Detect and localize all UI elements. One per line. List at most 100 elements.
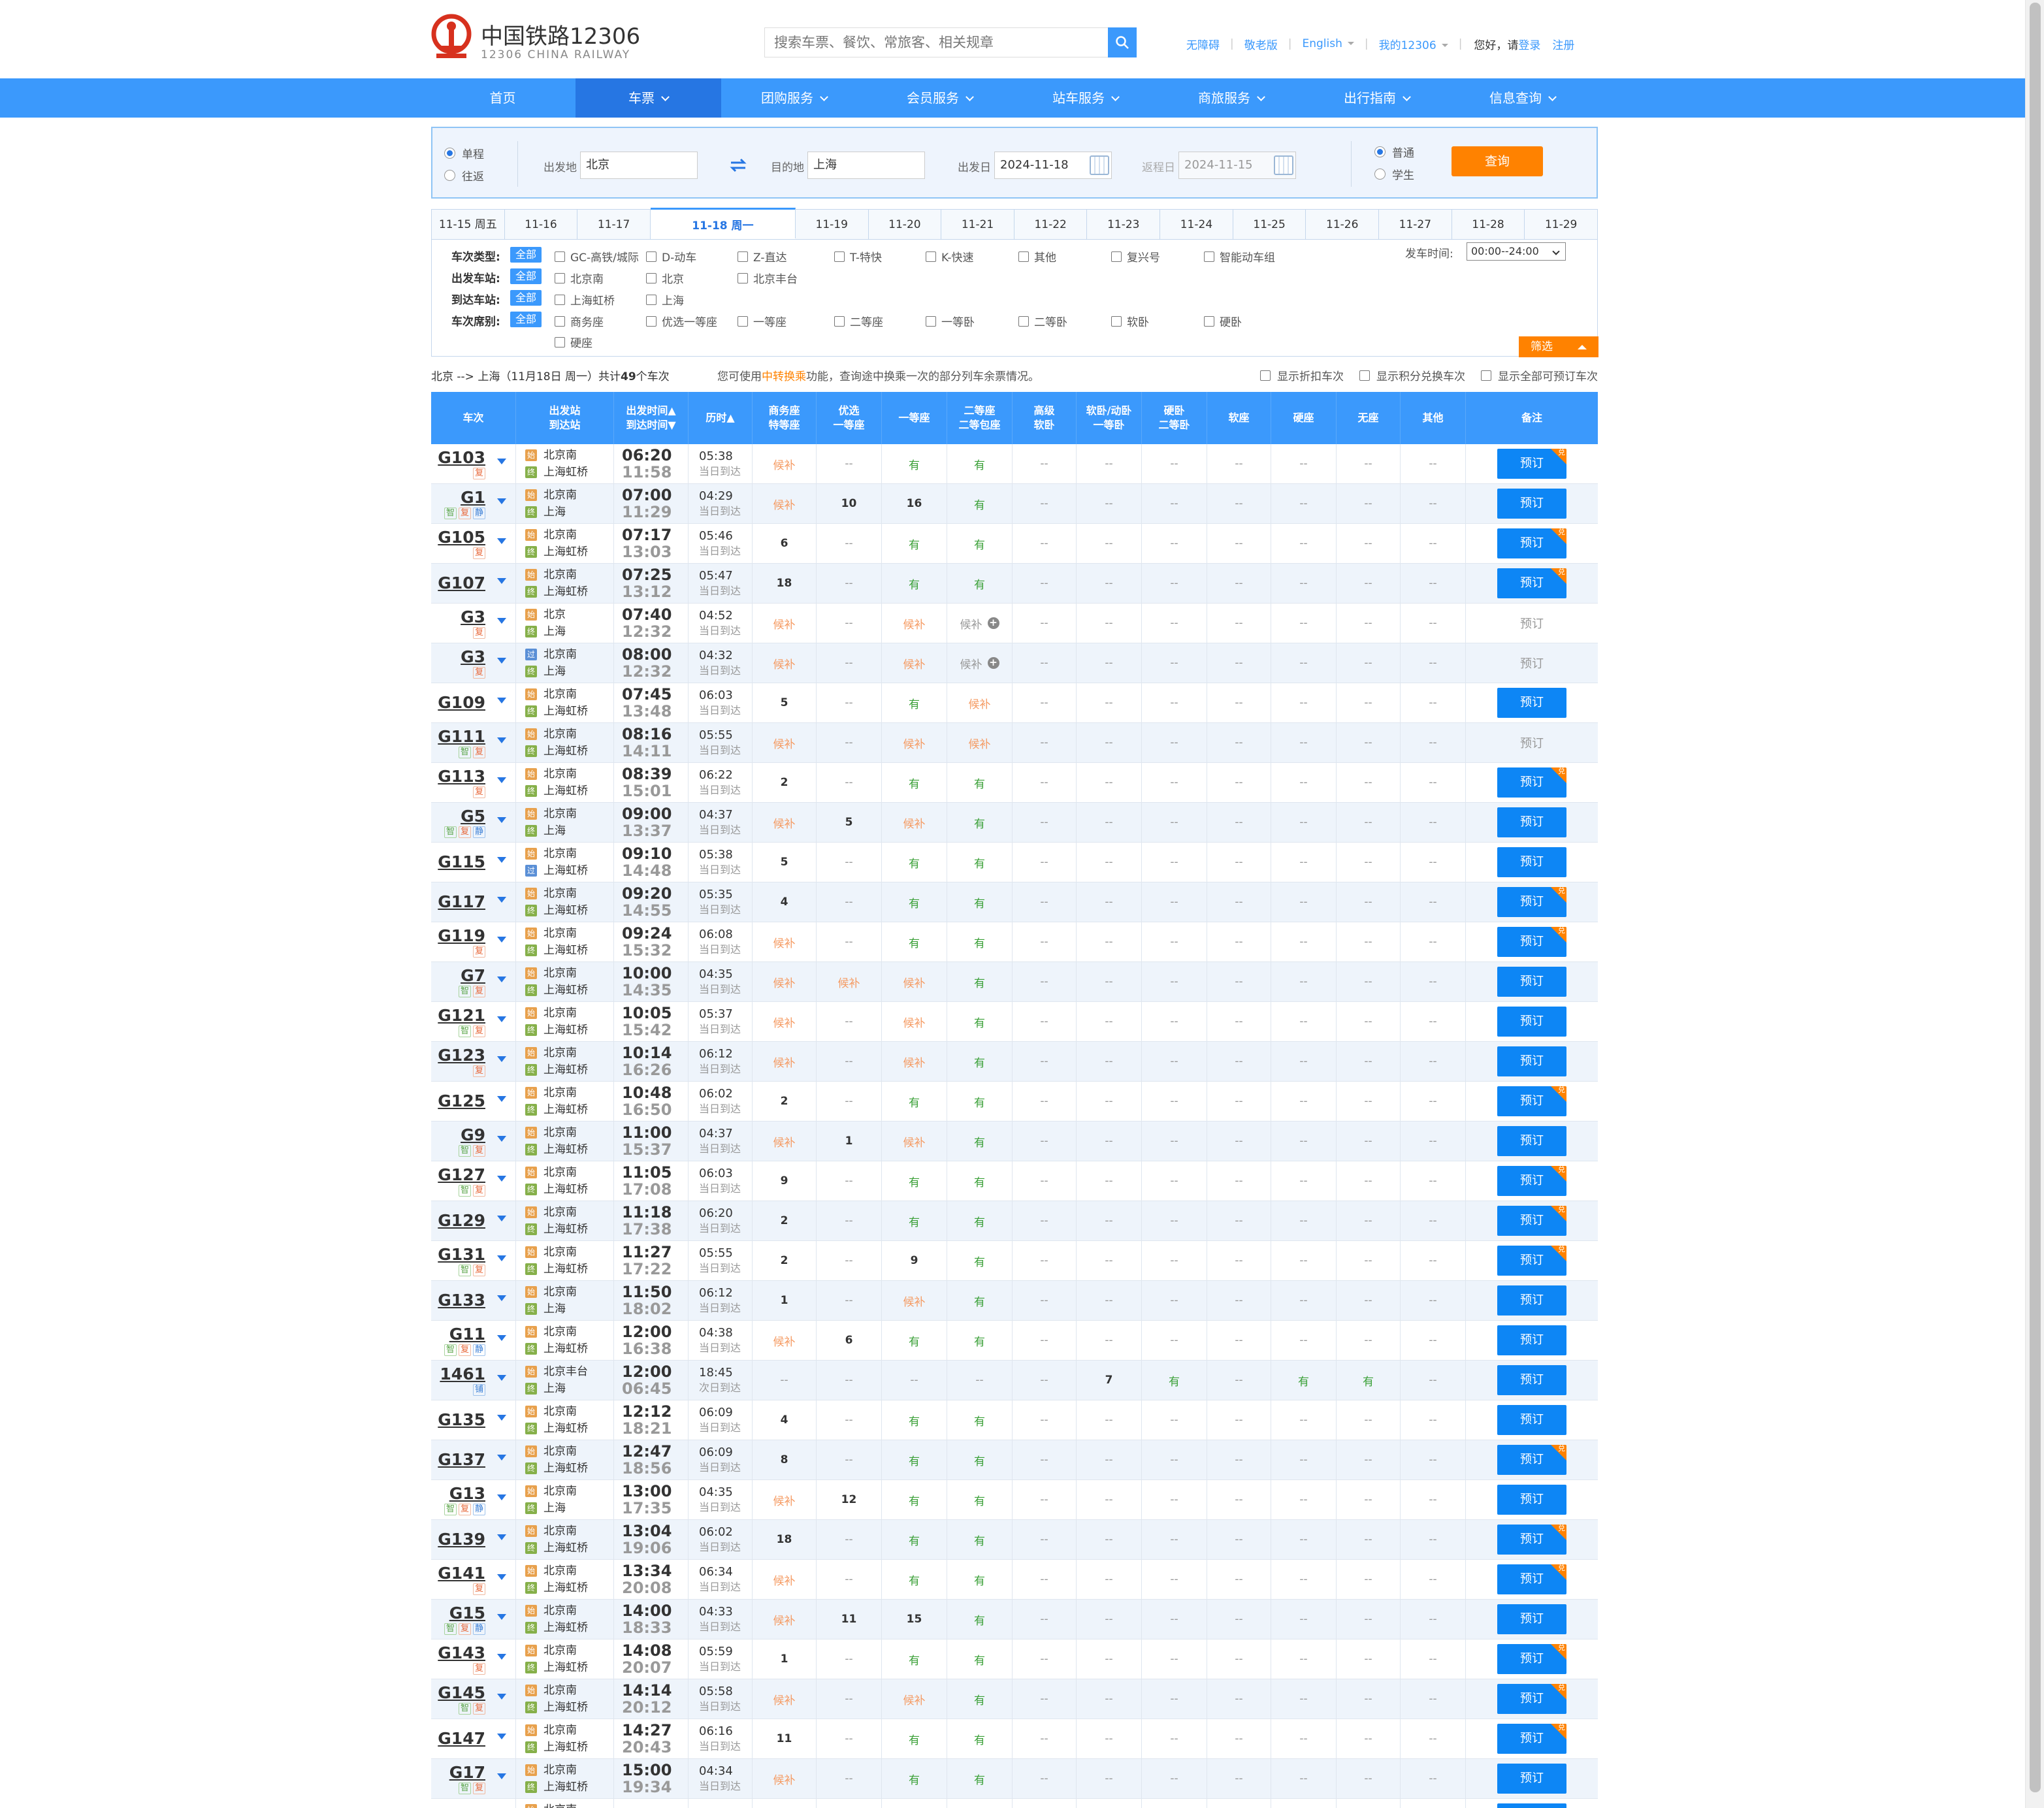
filter-option-checkbox[interactable]: 二等卧 [1018, 313, 1067, 329]
seat-cell[interactable]: 候补 [753, 1321, 817, 1360]
expand-stops-icon[interactable] [497, 578, 506, 584]
transfer-link[interactable]: 中转换乘 [762, 370, 806, 383]
book-button[interactable]: 预订 [1497, 1604, 1566, 1634]
seat-cell[interactable]: 有 [947, 1042, 1013, 1081]
seat-cell[interactable]: 6 [753, 524, 817, 563]
arrival-station-name[interactable]: 上海 [543, 623, 566, 640]
search-input[interactable] [764, 27, 1108, 57]
book-button[interactable]: 预订 [1497, 1285, 1566, 1316]
filter-option-checkbox[interactable]: 智能动车组 [1204, 248, 1275, 265]
departure-station-name[interactable]: 北京南 [543, 1403, 577, 1420]
book-button[interactable]: 预订兑 [1497, 1445, 1566, 1475]
seat-cell[interactable]: 4 [753, 882, 817, 922]
book-button[interactable]: 预订兑 [1497, 1166, 1566, 1196]
seat-cell[interactable]: 1 [817, 1122, 882, 1161]
date-tab[interactable]: 11-20 [868, 210, 942, 240]
seat-cell[interactable]: 候补 [753, 1122, 817, 1161]
expand-stops-icon[interactable] [497, 1136, 506, 1142]
seat-cell[interactable]: 5 [817, 803, 882, 842]
departure-station-name[interactable]: 北京南 [543, 1762, 577, 1779]
calendar-icon[interactable] [1090, 155, 1109, 175]
seat-cell[interactable]: 候补 [947, 683, 1013, 722]
filter-option-checkbox[interactable]: 软卧 [1111, 313, 1149, 329]
accessibility-link[interactable]: 无障碍 [1176, 36, 1230, 52]
seat-cell[interactable]: 5 [753, 843, 817, 882]
book-button[interactable]: 预订 [1497, 1803, 1566, 1808]
expand-stops-icon[interactable] [497, 1295, 506, 1301]
departure-station-name[interactable]: 北京南 [543, 1084, 577, 1101]
seat-cell[interactable]: 有 [882, 683, 947, 722]
seat-cell[interactable]: 有 [882, 1440, 947, 1479]
filter-all-button[interactable]: 全部 [510, 247, 542, 263]
seat-cell[interactable]: 2 [753, 1082, 817, 1121]
seat-cell[interactable]: 有 [947, 1241, 1013, 1280]
date-tab[interactable]: 11-22 [1014, 210, 1088, 240]
seat-cell[interactable]: 候补 [753, 1600, 817, 1639]
column-header[interactable]: 历时▲ [689, 392, 753, 444]
from-station-input[interactable]: 北京 [580, 152, 698, 179]
expand-stops-icon[interactable] [497, 1415, 506, 1421]
train-number-link[interactable]: G5 [461, 807, 485, 826]
book-button[interactable]: 预订 [1497, 1325, 1566, 1355]
date-tab[interactable]: 11-15 周五 [432, 210, 505, 240]
expand-stops-icon[interactable] [497, 459, 506, 464]
seat-cell[interactable]: 候补 [753, 1480, 817, 1519]
book-button[interactable]: 预订 [1497, 489, 1566, 519]
departure-station-name[interactable]: 北京南 [543, 1124, 577, 1141]
arrival-station-name[interactable]: 上海虹桥 [543, 1659, 588, 1676]
arrival-station-name[interactable]: 上海虹桥 [543, 464, 588, 481]
book-button[interactable]: 预订 [1497, 1365, 1566, 1395]
normal-ticket-radio[interactable]: 普通 [1374, 144, 1414, 160]
train-number-link[interactable]: G119 [438, 926, 485, 945]
arrival-station-name[interactable]: 上海虹桥 [543, 1619, 588, 1636]
departure-station-name[interactable]: 北京南 [543, 686, 577, 703]
arrival-station-name[interactable]: 上海虹桥 [543, 982, 588, 999]
seat-cell[interactable]: 有 [947, 1759, 1013, 1798]
seat-cell[interactable]: 有 [882, 763, 947, 802]
arrival-station-name[interactable]: 上海 [543, 822, 566, 839]
departure-station-name[interactable]: 北京南 [543, 1682, 577, 1699]
expand-stops-icon[interactable] [497, 1335, 506, 1341]
seat-cell[interactable]: 有 [947, 1201, 1013, 1240]
nav-station-service[interactable]: 站车服务 [1013, 78, 1158, 118]
seat-cell[interactable]: 候补 + [947, 643, 1013, 683]
seat-cell[interactable]: 18 [753, 564, 817, 603]
seat-cell[interactable]: 候补 [882, 1002, 947, 1041]
arrival-station-name[interactable]: 上海虹桥 [543, 1460, 588, 1477]
scrollbar-thumb[interactable] [2030, 3, 2041, 1792]
filter-option-checkbox[interactable]: K-快速 [926, 248, 974, 265]
filter-option-checkbox[interactable]: 上海 [646, 291, 684, 308]
filter-option-checkbox[interactable]: 二等座 [834, 313, 883, 329]
seat-cell[interactable]: 有 [947, 1480, 1013, 1519]
departure-station-name[interactable]: 北京南 [543, 1443, 577, 1460]
arrival-station-name[interactable]: 上海虹桥 [543, 1779, 588, 1796]
filter-option-checkbox[interactable]: 其他 [1018, 248, 1056, 265]
expand-stops-icon[interactable] [497, 817, 506, 823]
train-number-link[interactable]: G143 [438, 1643, 485, 1662]
expand-stops-icon[interactable] [497, 777, 506, 783]
arrival-station-name[interactable]: 上海虹桥 [543, 743, 588, 760]
expand-stops-icon[interactable] [497, 1375, 506, 1381]
seat-cell[interactable]: 16 [882, 484, 947, 523]
seat-cell[interactable]: 候补 [753, 444, 817, 483]
seat-cell[interactable]: 有 [947, 1002, 1013, 1041]
book-button[interactable]: 预订 [1497, 807, 1566, 837]
filter-option-checkbox[interactable]: 一等座 [738, 313, 787, 329]
expand-stops-icon[interactable] [497, 698, 506, 703]
arrival-station-name[interactable]: 上海 [543, 1300, 566, 1317]
seat-cell[interactable]: 有 [947, 763, 1013, 802]
seat-cell[interactable]: 有 [947, 1082, 1013, 1121]
arrival-station-name[interactable]: 上海 [543, 1380, 566, 1397]
departure-station-name[interactable]: 北京南 [543, 1244, 577, 1261]
train-number-link[interactable]: G135 [438, 1410, 485, 1429]
arrival-station-name[interactable]: 上海虹桥 [543, 1739, 588, 1756]
seat-cell[interactable]: 有 [947, 1440, 1013, 1479]
train-number-link[interactable]: 1461 [440, 1364, 485, 1383]
train-number-link[interactable]: G145 [438, 1683, 485, 1702]
site-logo[interactable]: 中国铁路12306 12306 CHINA RAILWAY [430, 13, 640, 65]
seat-cell[interactable]: 候补 [882, 1122, 947, 1161]
nav-home[interactable]: 首页 [430, 78, 576, 118]
book-button[interactable]: 预订兑 [1497, 927, 1566, 957]
train-number-link[interactable]: G141 [438, 1564, 485, 1583]
arrival-station-name[interactable]: 上海虹桥 [543, 783, 588, 799]
